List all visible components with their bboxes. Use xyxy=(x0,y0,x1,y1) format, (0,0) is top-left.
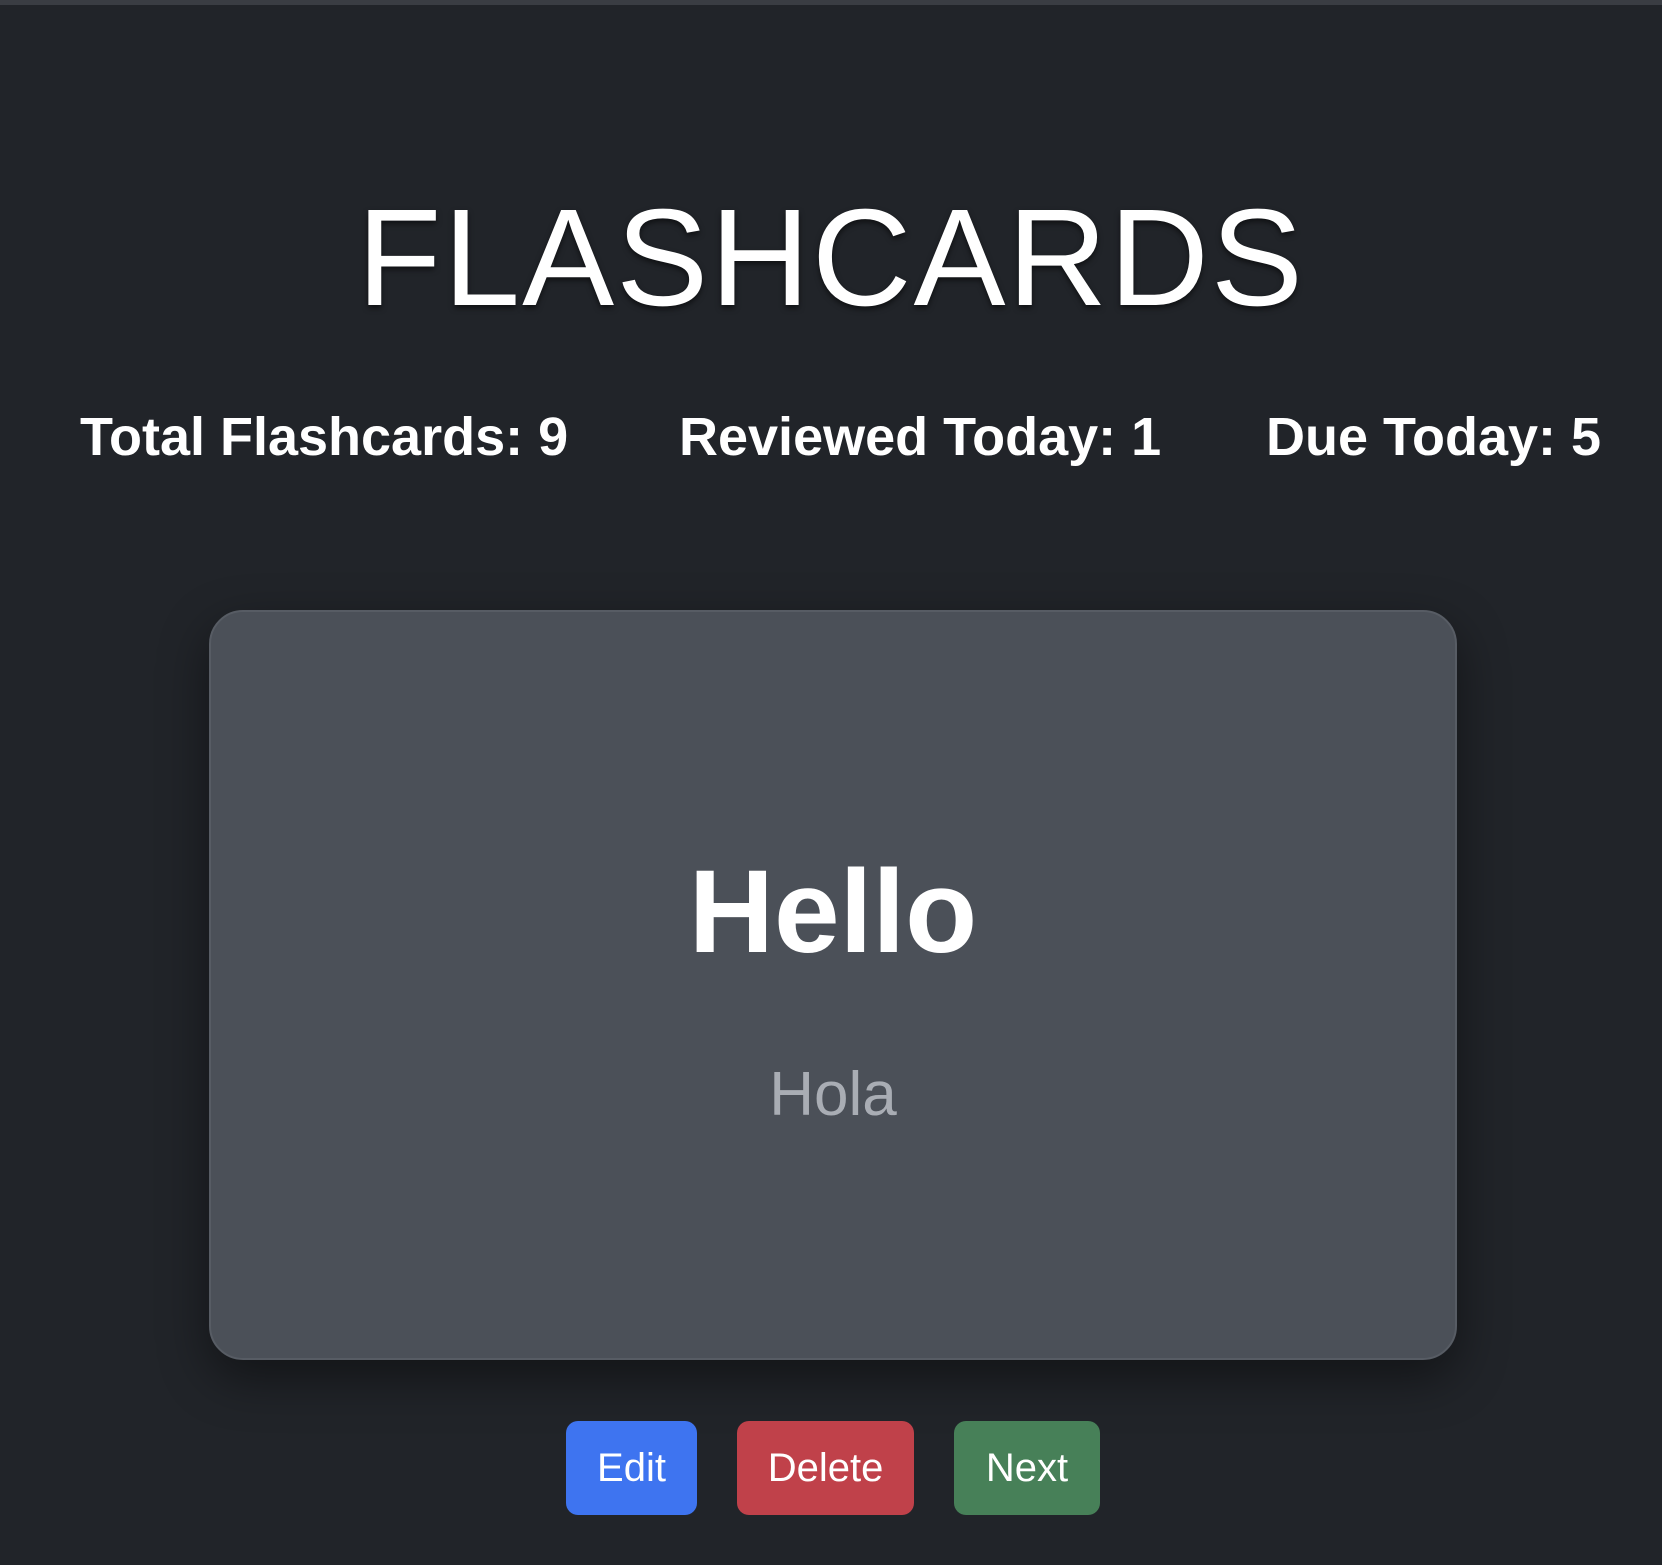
flashcard-back-text: Hola xyxy=(769,1060,897,1129)
stat-reviewed-today: Reviewed Today: 1 xyxy=(679,407,1162,467)
flashcard[interactable]: Hello Hola xyxy=(209,610,1457,1360)
top-border xyxy=(0,0,1662,5)
stat-total-flashcards: Total Flashcards: 9 xyxy=(80,407,569,467)
next-button[interactable]: Next xyxy=(954,1421,1100,1515)
stat-due-today: Due Today: 5 xyxy=(1266,407,1602,467)
delete-button[interactable]: Delete xyxy=(737,1421,914,1515)
page-title: FLASHCARDS xyxy=(357,181,1305,335)
edit-button[interactable]: Edit xyxy=(566,1421,697,1515)
flashcard-front-text: Hello xyxy=(688,846,978,978)
